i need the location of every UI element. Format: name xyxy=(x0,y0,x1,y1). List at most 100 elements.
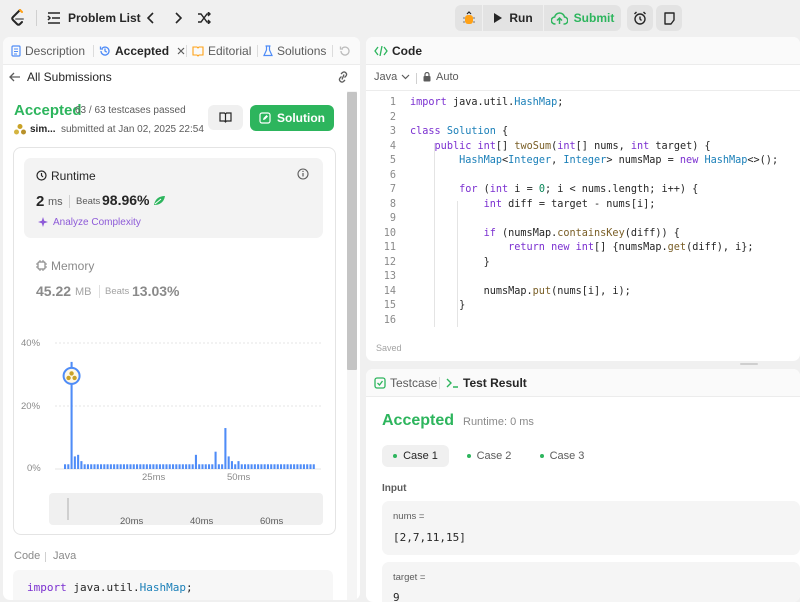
distribution-bar[interactable] xyxy=(266,464,269,469)
shuffle-icon[interactable] xyxy=(195,9,213,27)
case-3-tab[interactable]: Case 3 xyxy=(532,445,592,467)
distribution-bar[interactable] xyxy=(201,464,204,469)
distribution-bar[interactable] xyxy=(214,451,217,469)
distribution-bar[interactable] xyxy=(309,464,312,469)
distribution-bar[interactable] xyxy=(67,464,70,469)
distribution-bar[interactable] xyxy=(227,456,230,469)
distribution-bar[interactable] xyxy=(221,464,224,469)
distribution-bar[interactable] xyxy=(93,464,96,469)
leetcode-logo-icon[interactable] xyxy=(8,8,28,28)
distribution-bar[interactable] xyxy=(296,464,299,469)
distribution-bar[interactable] xyxy=(253,464,256,469)
scrollbar-thumb[interactable] xyxy=(347,92,357,370)
distribution-bar[interactable] xyxy=(178,464,181,469)
tab-solutions[interactable]: Solutions xyxy=(263,37,326,65)
distribution-bar[interactable] xyxy=(116,464,119,469)
distribution-bar[interactable] xyxy=(302,464,305,469)
distribution-bar[interactable] xyxy=(119,464,122,469)
panel-resize-handle[interactable] xyxy=(740,363,758,365)
distribution-bar[interactable] xyxy=(194,454,197,469)
case-1-tab[interactable]: Case 1 xyxy=(382,445,449,467)
tab-accepted[interactable]: Accepted xyxy=(99,37,185,65)
distribution-bar[interactable] xyxy=(168,464,171,469)
distribution-bar[interactable] xyxy=(204,464,207,469)
distribution-bar[interactable] xyxy=(103,464,106,469)
range-slider-handle[interactable] xyxy=(67,498,69,520)
distribution-bar[interactable] xyxy=(244,464,247,469)
distribution-bar[interactable] xyxy=(237,461,240,469)
share-link-icon[interactable] xyxy=(336,71,350,86)
distribution-bar[interactable] xyxy=(172,464,175,469)
distribution-bar[interactable] xyxy=(191,464,194,469)
distribution-bar[interactable] xyxy=(109,464,112,469)
distribution-bar[interactable] xyxy=(113,464,116,469)
tab-code[interactable]: Code xyxy=(374,37,422,65)
distribution-bar[interactable] xyxy=(260,464,263,469)
tab-overflow-icon[interactable] xyxy=(339,45,351,60)
distribution-bar[interactable] xyxy=(283,464,286,469)
debug-button[interactable] xyxy=(455,5,482,31)
avatar[interactable] xyxy=(13,123,27,139)
distribution-bar[interactable] xyxy=(126,464,129,469)
run-button[interactable]: Run xyxy=(483,5,543,31)
distribution-bar[interactable] xyxy=(293,464,296,469)
distribution-bar[interactable] xyxy=(145,464,148,469)
notebook-button[interactable] xyxy=(208,105,243,130)
distribution-bar[interactable] xyxy=(96,464,99,469)
distribution-bar[interactable] xyxy=(165,464,168,469)
distribution-bar[interactable] xyxy=(257,464,260,469)
distribution-bar[interactable] xyxy=(247,464,250,469)
distribution-bar[interactable] xyxy=(175,464,178,469)
distribution-bar[interactable] xyxy=(312,464,315,469)
distribution-bar[interactable] xyxy=(276,464,279,469)
distribution-bar[interactable] xyxy=(306,464,309,469)
all-submissions-link[interactable]: All Submissions xyxy=(27,70,112,84)
distribution-bar[interactable] xyxy=(188,464,191,469)
distribution-bar[interactable] xyxy=(83,464,86,469)
distribution-bar[interactable] xyxy=(73,456,76,469)
auto-mode[interactable]: Auto xyxy=(423,71,459,83)
timer-button[interactable] xyxy=(627,5,653,31)
tab-testcase[interactable]: Testcase xyxy=(374,369,437,397)
distribution-bar[interactable] xyxy=(64,464,67,469)
info-icon[interactable] xyxy=(297,168,309,183)
distribution-bar[interactable] xyxy=(181,464,184,469)
distribution-bar[interactable] xyxy=(198,464,201,469)
tab-editorial[interactable]: Editorial xyxy=(192,37,251,65)
distribution-bar[interactable] xyxy=(250,464,253,469)
distribution-bar[interactable] xyxy=(132,464,135,469)
tab-test-result[interactable]: Test Result xyxy=(446,369,527,397)
distribution-bar[interactable] xyxy=(280,464,283,469)
distribution-bar[interactable] xyxy=(185,464,188,469)
next-problem-icon[interactable] xyxy=(170,9,186,27)
case-2-tab[interactable]: Case 2 xyxy=(459,445,519,467)
distribution-bar[interactable] xyxy=(139,464,142,469)
distribution-bar[interactable] xyxy=(90,464,93,469)
distribution-bar[interactable] xyxy=(152,464,155,469)
user-position-marker[interactable] xyxy=(62,366,81,385)
username[interactable]: sim... xyxy=(30,124,56,135)
solution-button[interactable]: Solution xyxy=(250,105,334,131)
distribution-bar[interactable] xyxy=(217,464,220,469)
distribution-bar[interactable] xyxy=(224,428,227,469)
distribution-bar[interactable] xyxy=(158,464,161,469)
distribution-bar[interactable] xyxy=(286,464,289,469)
distribution-bar[interactable] xyxy=(142,464,145,469)
tab-description[interactable]: Description xyxy=(11,37,85,65)
distribution-bar[interactable] xyxy=(136,464,139,469)
distribution-bar[interactable] xyxy=(80,461,83,469)
distribution-bar[interactable] xyxy=(230,461,233,469)
distribution-bar[interactable] xyxy=(129,464,132,469)
distribution-bar[interactable] xyxy=(100,464,103,469)
distribution-bar[interactable] xyxy=(149,464,152,469)
submit-button[interactable]: Submit xyxy=(544,5,621,31)
analyze-complexity-link[interactable]: Analyze Complexity xyxy=(53,217,141,228)
distribution-bar[interactable] xyxy=(208,464,211,469)
distribution-bar[interactable] xyxy=(211,464,214,469)
distribution-bar[interactable] xyxy=(289,464,292,469)
distribution-bar[interactable] xyxy=(273,464,276,469)
problem-list-link[interactable]: Problem List xyxy=(68,9,141,27)
distribution-bar[interactable] xyxy=(299,464,302,469)
distribution-bar[interactable] xyxy=(155,464,158,469)
notes-button[interactable] xyxy=(656,5,682,31)
